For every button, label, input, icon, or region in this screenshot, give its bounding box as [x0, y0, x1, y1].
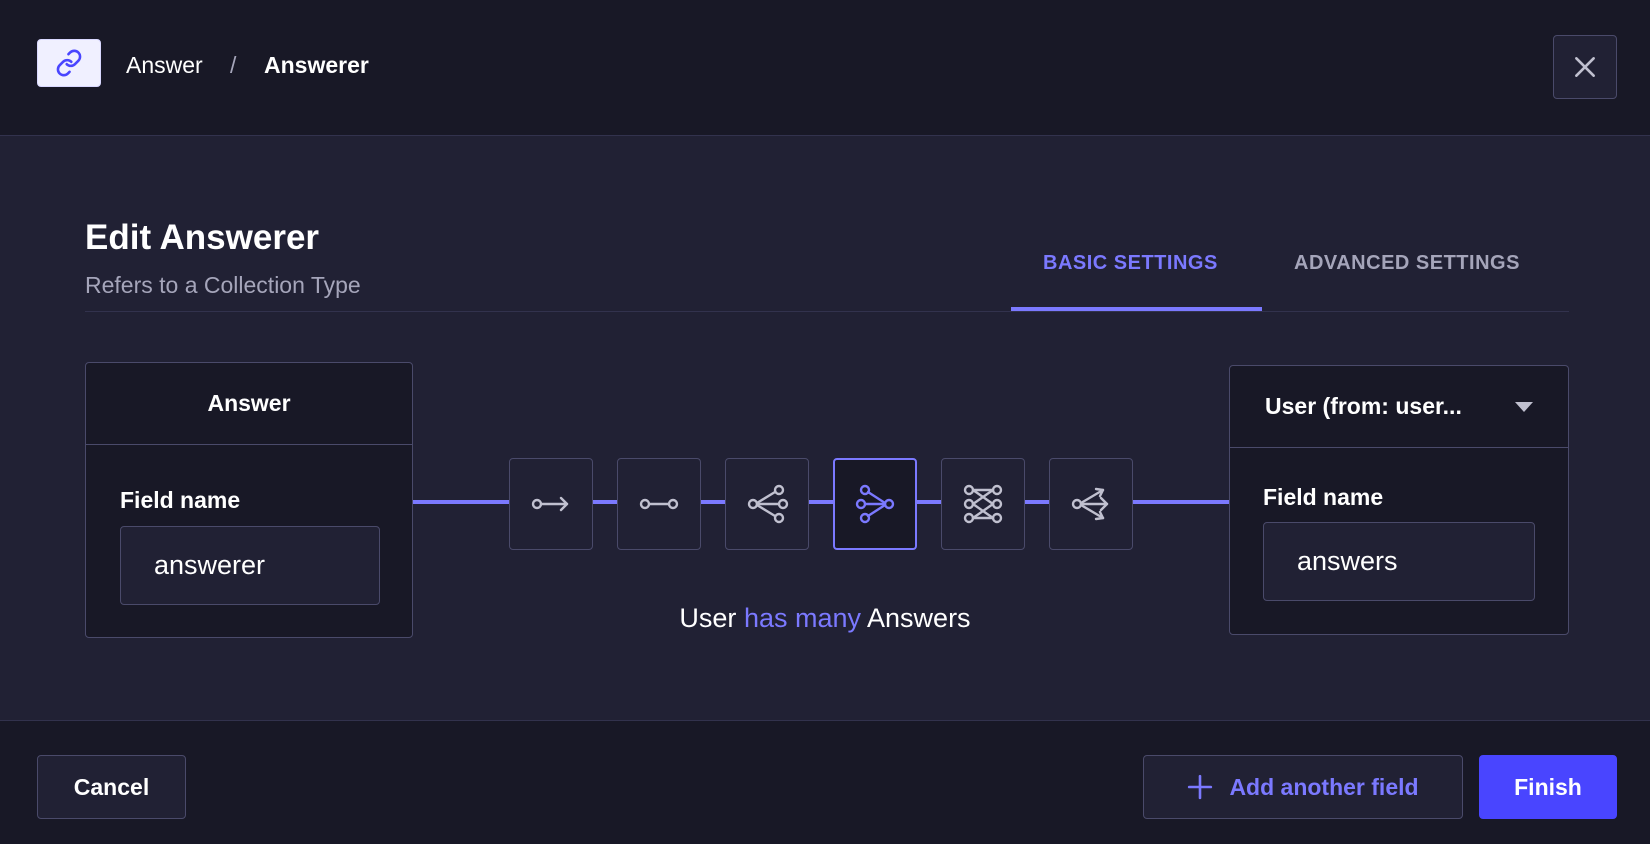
add-another-field-button[interactable]: Add another field [1143, 755, 1463, 819]
target-content-type-value: User (from: user... [1265, 393, 1462, 419]
source-field-name-label: Field name [120, 487, 241, 513]
modal-header: Answer / Answerer [0, 0, 1650, 136]
page-subtitle: Refers to a Collection Type [85, 272, 361, 298]
target-content-type-box: User (from: user... Field name [1229, 365, 1569, 635]
active-tab-indicator [1011, 307, 1262, 311]
one-to-many-icon [747, 484, 789, 524]
link-icon [37, 39, 101, 87]
source-content-type-title: Answer [86, 363, 412, 445]
add-another-field-label: Add another field [1229, 773, 1419, 800]
breadcrumb-separator: / [230, 52, 237, 78]
relation-one-to-one-button[interactable] [617, 458, 701, 550]
relation-description-right: Answers [867, 603, 971, 633]
plus-icon [1188, 774, 1213, 800]
relation-many-way-button[interactable] [1049, 458, 1133, 550]
target-content-type-select[interactable]: User (from: user... [1230, 366, 1568, 448]
relation-many-to-many-button[interactable] [941, 458, 1025, 550]
breadcrumb-current: Answerer [264, 52, 369, 78]
modal-footer: Cancel Add another field Finish [0, 720, 1650, 844]
source-content-type-box: Answer Field name [85, 362, 413, 638]
edit-relation-modal: Answer / Answerer Edit Answerer Refers t… [0, 0, 1650, 844]
tabs-divider [85, 311, 1569, 312]
page-title: Edit Answerer [85, 218, 320, 257]
caret-down-icon [1515, 401, 1533, 412]
many-way-icon [1071, 487, 1109, 521]
relation-description-left: User [679, 603, 737, 633]
close-button[interactable] [1553, 35, 1617, 99]
relation-one-way-button[interactable] [509, 458, 593, 550]
relation-description-type: has many [743, 603, 862, 633]
one-to-one-icon [639, 498, 679, 510]
one-way-icon [531, 496, 569, 512]
source-field-name-input[interactable] [120, 526, 380, 605]
tab-basic-settings[interactable]: BASIC SETTINGS [1043, 252, 1218, 275]
relation-description: User has many Answers [0, 603, 1650, 634]
finish-button[interactable]: Finish [1479, 755, 1617, 819]
target-field-name-input[interactable] [1263, 522, 1535, 601]
relation-many-to-one-button[interactable] [833, 458, 917, 550]
close-icon [1575, 57, 1595, 77]
breadcrumb-parent: Answer [126, 52, 203, 78]
cancel-button[interactable]: Cancel [37, 755, 186, 819]
many-to-many-icon [963, 484, 1003, 524]
relation-one-to-many-button[interactable] [725, 458, 809, 550]
target-field-name-label: Field name [1263, 484, 1384, 510]
tab-advanced-settings[interactable]: ADVANCED SETTINGS [1294, 252, 1520, 275]
many-to-one-icon [855, 484, 895, 524]
